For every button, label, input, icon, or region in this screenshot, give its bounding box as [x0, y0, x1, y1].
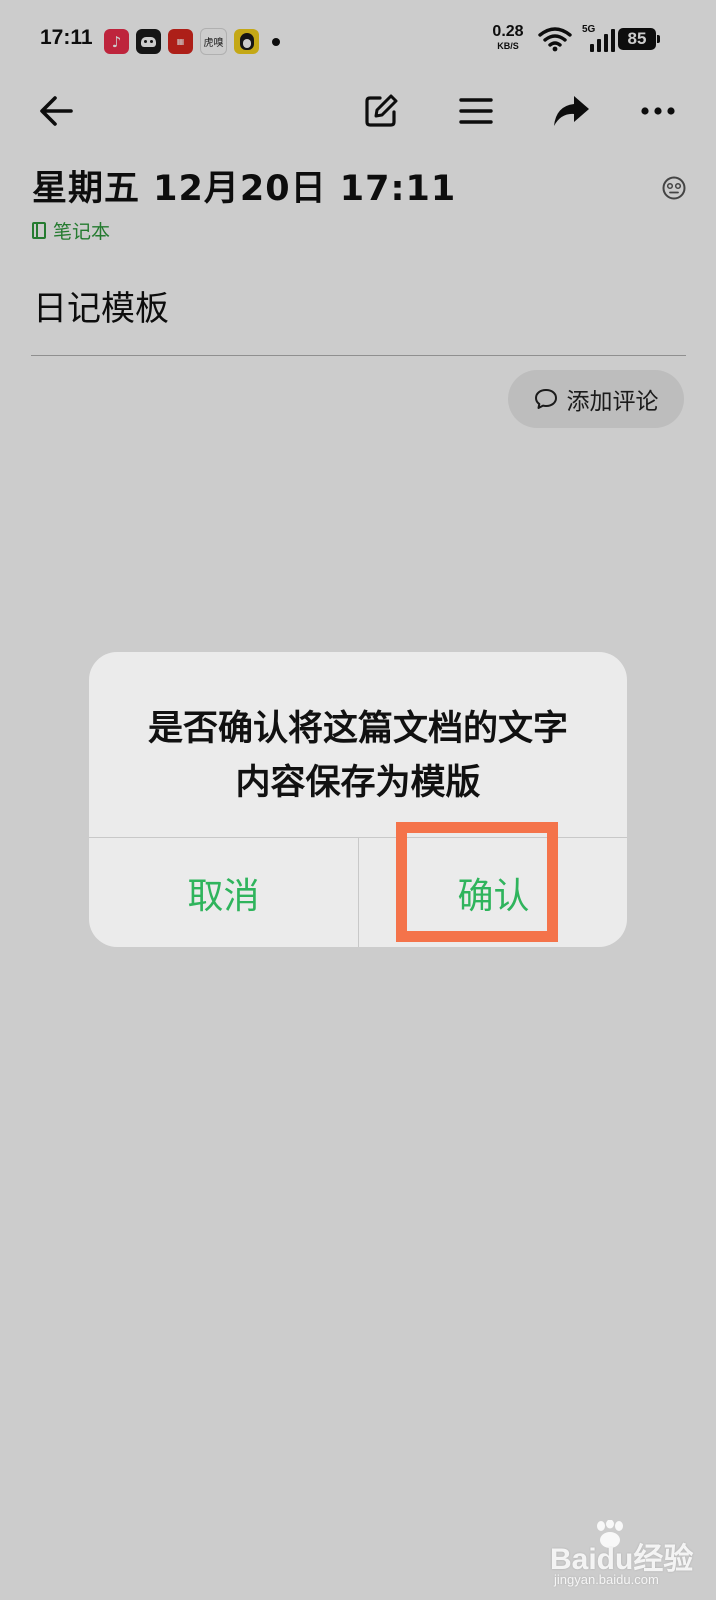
dialog-message-line2: 内容保存为模版: [235, 763, 481, 803]
tutorial-highlight-box: [396, 822, 558, 942]
note-screen: 17:11 ♪ ▦ 虎嗅 0.28 KB/S 5G 85 星期五 12月20日 …: [0, 0, 716, 1600]
cancel-button[interactable]: 取消: [89, 838, 358, 947]
watermark-url: jingyan.baidu.com: [554, 1572, 659, 1587]
dialog-message: 是否确认将这篇文档的文字 内容保存为模版: [89, 702, 627, 810]
dialog-message-line1: 是否确认将这篇文档的文字: [147, 709, 568, 749]
baidu-jingyan-watermark: Baidu经验 jingyan.baidu.com: [548, 1520, 708, 1590]
